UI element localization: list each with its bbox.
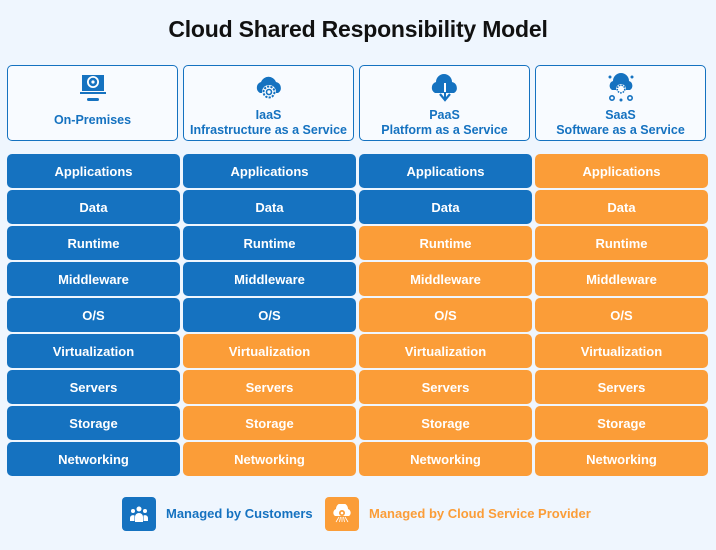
column-headers: On-Premises IaaS Infrastructure as a Ser… [7,65,709,143]
header-label: SaaS Software as a Service [556,108,685,138]
cell-on-premises-middleware: Middleware [7,262,180,296]
header-subtitle: Platform as a Service [381,123,508,137]
cell-paas-servers: Servers [359,370,532,404]
cell-saas-data: Data [535,190,708,224]
header-paas: PaaS Platform as a Service [359,65,530,141]
legend-provider-label: Managed by Cloud Service Provider [369,506,591,521]
cell-saas-storage: Storage [535,406,708,440]
cell-saas-os: O/S [535,298,708,332]
cell-paas-os: O/S [359,298,532,332]
monitor-icon [76,71,110,105]
cell-paas-virtualization: Virtualization [359,334,532,368]
header-label: IaaS Infrastructure as a Service [190,108,347,138]
legend-customer-label: Managed by Customers [166,506,313,521]
cell-paas-runtime: Runtime [359,226,532,260]
legend: Managed by Customers Managed by Cloud Se… [0,497,716,531]
cell-iaas-os: O/S [183,298,356,332]
cell-saas-virtualization: Virtualization [535,334,708,368]
cell-iaas-middleware: Middleware [183,262,356,296]
cloud-gear-icon [252,71,286,105]
cell-paas-storage: Storage [359,406,532,440]
header-iaas: IaaS Infrastructure as a Service [183,65,354,141]
cell-on-premises-networking: Networking [7,442,180,476]
cell-paas-data: Data [359,190,532,224]
cloud-download-icon [428,71,462,105]
cell-saas-applications: Applications [535,154,708,188]
cloud-network-icon [604,71,638,105]
cell-paas-networking: Networking [359,442,532,476]
header-name: IaaS [255,108,282,122]
cell-on-premises-virtualization: Virtualization [7,334,180,368]
header-subtitle: Software as a Service [556,123,685,137]
header-saas: SaaS Software as a Service [535,65,706,141]
cell-iaas-servers: Servers [183,370,356,404]
header-label: On-Premises [53,113,132,127]
cell-paas-middleware: Middleware [359,262,532,296]
cell-iaas-virtualization: Virtualization [183,334,356,368]
header-name: SaaS [605,108,636,122]
cell-saas-middleware: Middleware [535,262,708,296]
cell-on-premises-runtime: Runtime [7,226,180,260]
cell-on-premises-os: O/S [7,298,180,332]
cell-iaas-networking: Networking [183,442,356,476]
page-title: Cloud Shared Responsibility Model [168,16,548,42]
users-icon [122,497,156,531]
cell-on-premises-applications: Applications [7,154,180,188]
cell-paas-applications: Applications [359,154,532,188]
cell-saas-servers: Servers [535,370,708,404]
header-subtitle: Infrastructure as a Service [189,123,348,137]
header-label: PaaS Platform as a Service [381,108,507,138]
cell-saas-runtime: Runtime [535,226,708,260]
cell-saas-networking: Networking [535,442,708,476]
header-name: PaaS [429,108,460,122]
cell-iaas-applications: Applications [183,154,356,188]
cloud-service-icon [325,497,359,531]
header-on-premises: On-Premises [7,65,178,141]
cell-on-premises-data: Data [7,190,180,224]
cell-iaas-data: Data [183,190,356,224]
cell-iaas-storage: Storage [183,406,356,440]
cell-on-premises-servers: Servers [7,370,180,404]
cell-iaas-runtime: Runtime [183,226,356,260]
cell-on-premises-storage: Storage [7,406,180,440]
